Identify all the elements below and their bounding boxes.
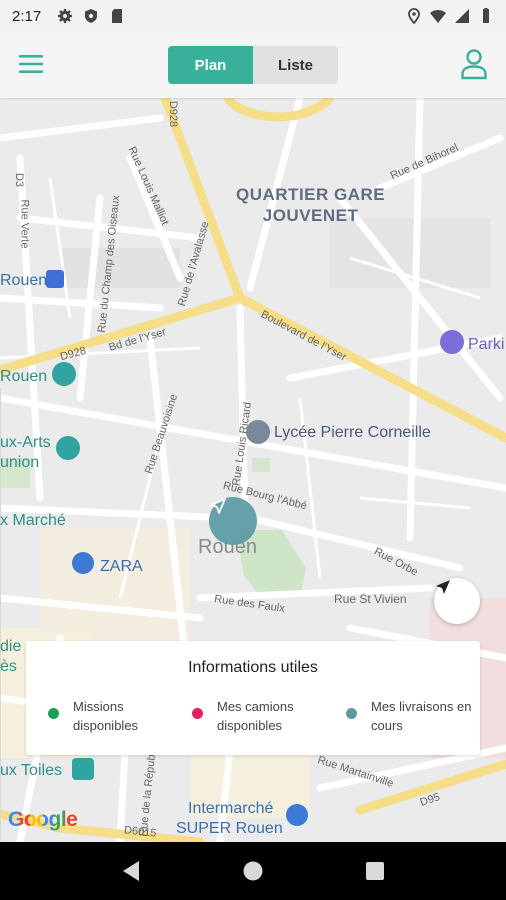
zara-label: ZARA	[100, 558, 143, 575]
legend-camions: Mes camions disponibles	[192, 697, 327, 735]
intermarche-label-1: Intermarché	[188, 800, 274, 817]
museum-icon-3	[72, 758, 94, 780]
center-navigation-button[interactable]	[209, 497, 257, 545]
home-circle-icon	[243, 861, 263, 881]
status-time: 2:17	[12, 7, 42, 25]
train-station-icon	[46, 270, 64, 288]
gear-icon	[58, 9, 73, 23]
battery-icon	[483, 8, 489, 23]
info-card: Informations utiles Missions disponibles…	[26, 641, 480, 755]
wifi-icon	[430, 10, 446, 23]
status-bar: 2:17	[0, 0, 506, 32]
home-button[interactable]	[241, 859, 265, 883]
parking-label: Parki	[468, 336, 505, 353]
status-left-icons	[57, 8, 125, 24]
marche-label: x Marché	[0, 512, 66, 529]
back-triangle-icon	[123, 861, 139, 881]
tab-liste[interactable]: Liste	[253, 46, 338, 84]
signal-icon	[455, 9, 469, 23]
lycee-label: Lycée Pierre Corneille	[274, 424, 431, 441]
legend-label-livraisons: Mes livraisons en cours	[371, 699, 472, 733]
map-view[interactable]: QUARTIER GARE JOUVENET Rouen Rouen Rouen…	[0, 98, 506, 842]
recents-square-icon	[366, 862, 384, 880]
district-label: QUARTIER GARE JOUVENET	[236, 184, 385, 226]
die-label: die	[0, 638, 22, 655]
street-label: Rue Verte	[18, 199, 31, 249]
street-label: D3	[13, 172, 26, 188]
legend-label-missions: Missions disponibles	[73, 699, 139, 733]
legend-dot-livraisons	[346, 708, 357, 719]
app-bar: Plan Liste	[0, 32, 506, 98]
tab-plan[interactable]: Plan	[168, 46, 253, 84]
system-nav-bar	[0, 842, 506, 900]
district-label-line-1: QUARTIER GARE	[236, 185, 386, 204]
google-logo-text: Google	[8, 808, 78, 831]
rouen-station-label: Rouen	[0, 272, 48, 289]
google-logo: Google	[8, 808, 78, 832]
legend-missions: Missions disponibles	[48, 697, 183, 735]
sd-card-icon	[112, 9, 123, 23]
status-right-icons	[406, 8, 494, 24]
legend-dot-camions	[192, 708, 203, 719]
street-label: D928	[167, 100, 180, 128]
arts-label-1: ux-Arts	[0, 434, 51, 451]
intermarche-label-2: SUPER Rouen	[176, 820, 283, 837]
toiles-label: ux Toiles	[0, 762, 62, 779]
navigation-arrow-icon	[436, 580, 450, 594]
navigation-arrow-icon	[210, 498, 226, 514]
street-label: Rue St Vivien	[334, 592, 407, 606]
user-profile-icon[interactable]	[460, 48, 488, 80]
museum-icon	[52, 362, 76, 386]
info-card-title: Informations utiles	[188, 659, 318, 676]
view-toggle: Plan Liste	[168, 46, 338, 84]
es-label: ès	[0, 658, 17, 675]
back-button[interactable]	[119, 859, 143, 883]
museum-icon-2	[56, 436, 80, 460]
parking-icon	[440, 330, 464, 354]
shield-icon	[85, 9, 98, 23]
app-screen: 2:17 Plan Liste QUARTIER GARE JOUVENET R…	[0, 0, 506, 900]
shopping-icon	[72, 552, 94, 574]
district-label-line-2: JOUVENET	[262, 206, 359, 225]
legend-label-camions: Mes camions disponibles	[217, 699, 294, 733]
hamburger-menu-icon[interactable]	[18, 52, 44, 76]
recents-button[interactable]	[363, 859, 387, 883]
cart-icon	[286, 804, 308, 826]
location-icon	[408, 8, 420, 24]
legend-livraisons: Mes livraisons en cours	[346, 697, 481, 735]
legend-dot-missions	[48, 708, 59, 719]
my-location-button[interactable]	[434, 578, 480, 624]
rouen-museum-label: Rouen	[0, 368, 48, 385]
arts-label-2: union	[0, 454, 40, 471]
